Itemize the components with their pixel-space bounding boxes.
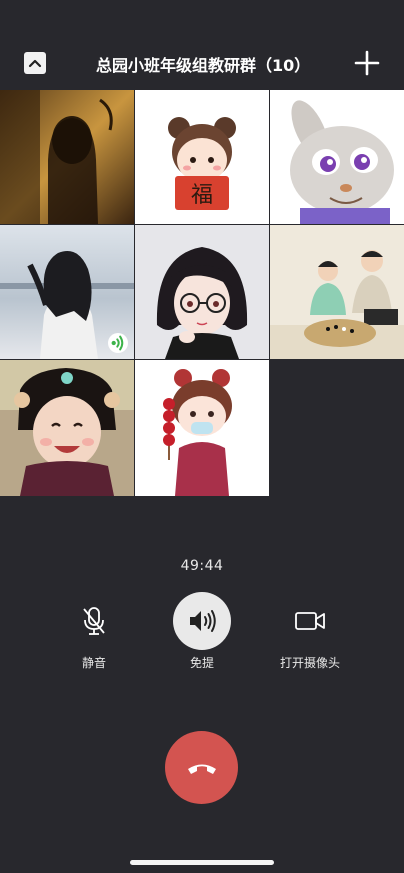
mute-button[interactable]: 静音 (49, 592, 139, 671)
camera-label: 打开摄像头 (279, 656, 340, 670)
group-title: 总园小班年级组教研群（10） (96, 56, 311, 75)
avatar (0, 90, 134, 224)
speaker-icon (173, 592, 231, 650)
participant-tile[interactable] (270, 90, 404, 224)
participant-tile[interactable] (0, 360, 134, 496)
avatar: 福 (135, 90, 269, 224)
participant-tile[interactable] (135, 360, 269, 496)
participant-tile[interactable]: 福 (135, 90, 269, 224)
microphone-off-icon (65, 592, 123, 650)
participant-tile[interactable] (270, 225, 404, 359)
avatar (270, 90, 404, 224)
participant-tile[interactable] (135, 225, 269, 359)
avatar (270, 225, 404, 359)
participant-grid: 福 (0, 90, 404, 496)
video-camera-icon (281, 592, 339, 650)
participant-tile[interactable] (0, 225, 134, 359)
chevron-up-icon[interactable] (24, 52, 46, 74)
home-indicator[interactable] (130, 860, 274, 865)
svg-text:福: 福 (191, 183, 213, 208)
speaker-label: 免提 (189, 656, 214, 670)
call-timer: 49:44 (180, 558, 224, 574)
plus-icon[interactable] (354, 50, 380, 76)
video-call-screen: 总园小班年级组教研群（10） 福 49:44 静音 免提 打开摄像头 (0, 0, 404, 873)
camera-button[interactable]: 打开摄像头 (265, 592, 355, 671)
avatar (135, 360, 269, 496)
speaking-indicator-icon (108, 333, 128, 353)
speaker-button[interactable]: 免提 (157, 592, 247, 671)
call-controls: 静音 免提 打开摄像头 (0, 592, 404, 672)
phone-hangup-icon (187, 764, 216, 774)
hangup-button[interactable] (165, 731, 238, 804)
header: 总园小班年级组教研群（10） (0, 44, 404, 84)
avatar (135, 225, 269, 359)
avatar (0, 360, 134, 496)
participant-tile[interactable] (0, 90, 134, 224)
mute-label: 静音 (81, 656, 106, 670)
empty-tile (270, 360, 404, 496)
